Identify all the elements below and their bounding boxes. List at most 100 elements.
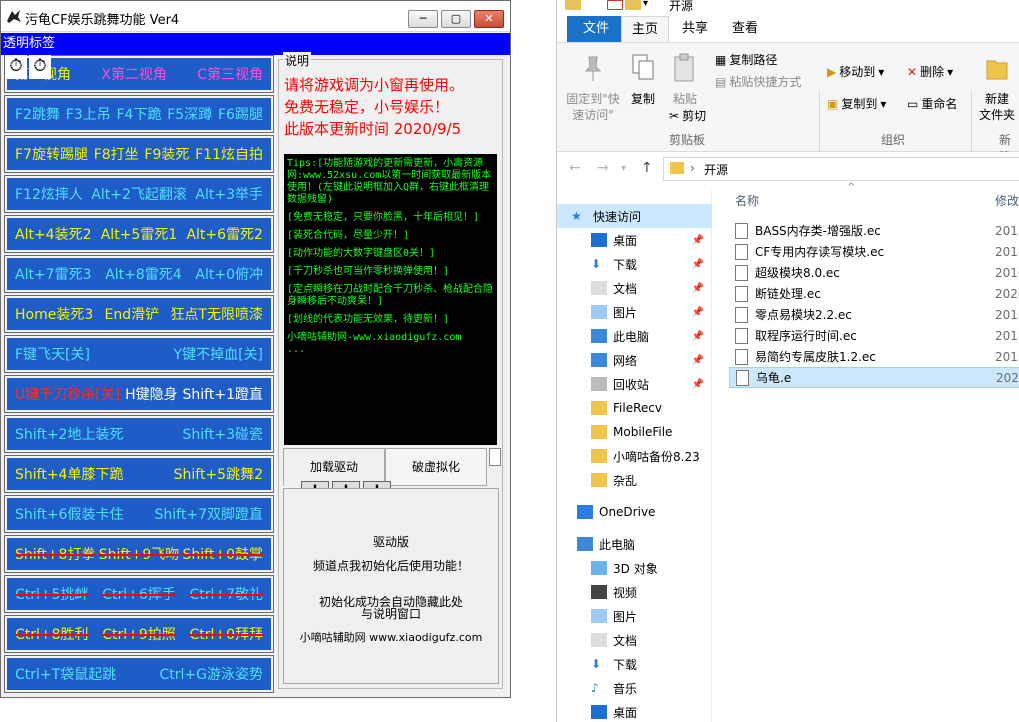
transparent-label-bar: 透明标签 bbox=[1, 33, 510, 55]
nav-item[interactable]: 文档 bbox=[557, 628, 712, 652]
maximize-button[interactable]: ▢ bbox=[441, 10, 471, 28]
breadcrumb-current[interactable]: 开源 bbox=[704, 161, 728, 178]
column-modified-header[interactable]: 修改 bbox=[995, 192, 1019, 209]
nav-item[interactable]: MobileFile bbox=[557, 420, 712, 444]
init-instruction[interactable]: 频道点我初始化后使用功能！ bbox=[284, 557, 498, 574]
forward-arrow-icon[interactable]: → bbox=[597, 160, 609, 176]
nav-item[interactable]: 小嘀咕备份8.23 bbox=[557, 444, 712, 468]
pin-icon[interactable]: 📌 bbox=[692, 379, 704, 390]
function-button[interactable]: Shift+8打拳 Shift+9飞吻 Shift+0鼓掌 bbox=[4, 535, 274, 573]
function-button[interactable]: U键千刀秒杀[关] H键隐身 Shift+1蹬直 bbox=[4, 375, 274, 413]
nav-item-label: 图片 bbox=[613, 609, 638, 624]
copy-to-button[interactable]: ▣ 复制到 ▾ bbox=[827, 95, 886, 112]
function-button[interactable]: Shift+2地上装死 Shift+3碰瓷 bbox=[4, 415, 274, 453]
nav-item[interactable]: 此电脑 📌 bbox=[557, 324, 712, 348]
tab-share[interactable]: 共享 bbox=[675, 16, 715, 42]
nav-item[interactable]: ♪ 音乐 bbox=[557, 676, 712, 700]
nav-item[interactable]: 桌面 bbox=[557, 700, 712, 722]
nav-item[interactable]: OneDrive bbox=[557, 500, 712, 524]
tab-scroll-button[interactable] bbox=[489, 448, 501, 466]
paste-shortcut-button[interactable]: ▤ 粘贴快捷方式 bbox=[715, 73, 801, 90]
address-bar-row: ← → ▾ ↑ › 开源 bbox=[557, 152, 1019, 184]
nav-item[interactable]: 图片 📌 bbox=[557, 300, 712, 324]
paste-button[interactable]: 粘贴 bbox=[667, 53, 703, 107]
nav-item[interactable]: 回收站 📌 bbox=[557, 372, 712, 396]
pin-icon[interactable]: 📌 bbox=[692, 331, 704, 342]
nav-item[interactable]: 杂乱 bbox=[557, 468, 712, 492]
delete-button[interactable]: ✕ 删除 ▾ bbox=[907, 63, 953, 80]
file-row[interactable]: BASS内存类-增强版.ec 2013 bbox=[729, 220, 1019, 241]
new-folder-icon[interactable] bbox=[625, 0, 641, 10]
breadcrumb-chevron-icon[interactable]: › bbox=[690, 161, 695, 175]
function-button[interactable]: F7旋转踢腿 F8打坐 F9装死 F11炫自拍 bbox=[4, 135, 274, 173]
function-button[interactable]: Shift+4单膝下跪 Shift+5跳舞2 bbox=[4, 455, 274, 493]
new-folder-button[interactable]: 新建 文件夹 bbox=[975, 53, 1019, 123]
copy-path-button[interactable]: ▦ 复制路径 bbox=[715, 51, 777, 68]
pin-icon[interactable]: 📌 bbox=[692, 259, 704, 270]
chevron-down-icon[interactable]: ▾ bbox=[643, 0, 648, 9]
up-arrow-icon[interactable]: ↑ bbox=[641, 160, 653, 176]
file-date: 2018 bbox=[995, 328, 1019, 343]
site-link[interactable]: 小嘀咕辅助网 www.xiaodigufz.com bbox=[284, 629, 498, 645]
group-clipboard-label: 剪贴板 bbox=[669, 133, 706, 147]
stopwatch-icon[interactable]: ⏱ bbox=[5, 55, 27, 79]
notes-red-line: 免费无稳定，小号娱乐！ bbox=[284, 98, 450, 116]
nav-item-label: 快速访问 bbox=[593, 209, 642, 224]
nav-item[interactable]: 3D 对象 bbox=[557, 556, 712, 580]
cut-button[interactable]: ✂ 剪切 bbox=[669, 107, 706, 124]
pin-icon[interactable]: 📌 bbox=[692, 235, 704, 246]
function-button[interactable]: Ctrl+8胜利 Ctrl+9拍照 Ctrl+0拜拜 bbox=[4, 615, 274, 653]
file-row[interactable]: CF专用内存读写模块.ec 2018 bbox=[729, 241, 1019, 262]
app-titlebar[interactable]: 污龟CF娱乐跳舞功能 Ver4 ─ ▢ ✕ bbox=[1, 1, 510, 32]
close-button[interactable]: ✕ bbox=[474, 10, 504, 28]
function-button[interactable]: Ctrl+T袋鼠起跳 Ctrl+G游泳姿势 bbox=[4, 655, 274, 693]
address-box[interactable]: › 开源 bbox=[663, 157, 1019, 181]
nav-item[interactable]: 此电脑 bbox=[557, 532, 712, 556]
pin-icon[interactable]: 📌 bbox=[692, 283, 704, 294]
pin-icon[interactable]: 📌 bbox=[692, 355, 704, 366]
function-button[interactable]: Home装死3 End滑铲 狂点T无限喷漆 bbox=[4, 295, 274, 333]
nav-item[interactable]: ⬇ 下载 bbox=[557, 652, 712, 676]
file-row[interactable]: 乌龟.e 2020 bbox=[729, 367, 1019, 388]
function-button[interactable]: Shift+6假装卡住 Shift+7双脚蹬直 bbox=[4, 495, 274, 533]
obj3d-icon bbox=[591, 561, 607, 575]
column-name-header[interactable]: 名称 bbox=[735, 192, 759, 209]
nav-item[interactable]: 网络 📌 bbox=[557, 348, 712, 372]
nav-item[interactable]: ★ 快速访问 bbox=[557, 204, 712, 228]
function-button[interactable]: F2跳舞 F3上吊 F4下跪 F5深蹲 F6踢腿 bbox=[4, 95, 274, 133]
tab-file[interactable]: 文件 bbox=[567, 16, 625, 42]
file-row[interactable]: 零点易模块2.2.ec 2018 bbox=[729, 304, 1019, 325]
pin-icon[interactable]: 📌 bbox=[692, 307, 704, 318]
function-button[interactable]: Alt+4装死2 Alt+5雷死1 Alt+6雷死2 bbox=[4, 215, 274, 253]
properties-icon[interactable] bbox=[607, 0, 623, 10]
nav-item[interactable]: 文档 📌 bbox=[557, 276, 712, 300]
recent-locations-icon[interactable]: ▾ bbox=[621, 163, 626, 174]
nav-item[interactable]: ⬇ 下载 📌 bbox=[557, 252, 712, 276]
tab-home[interactable]: 主页 bbox=[621, 16, 669, 42]
file-row[interactable]: 取程序运行时间.ec 2018 bbox=[729, 325, 1019, 346]
function-button[interactable]: Alt+7雷死3 Alt+8雷死4 Alt+0俯冲 bbox=[4, 255, 274, 293]
tab-break-virtualization[interactable]: 破虚拟化 bbox=[385, 448, 487, 486]
file-row[interactable]: 超级模块8.0.ec 2016 bbox=[729, 262, 1019, 283]
nav-item[interactable]: 桌面 📌 bbox=[557, 228, 712, 252]
nav-item-label: MobileFile bbox=[613, 425, 673, 439]
back-arrow-icon[interactable]: ← bbox=[569, 160, 581, 176]
nav-item[interactable]: FileRecv bbox=[557, 396, 712, 420]
tips-console[interactable]: Tips:[功能随游戏的更新需更新，小壽资源网:www.52xsu.com以第一… bbox=[284, 154, 497, 445]
function-button[interactable]: F键飞天[关] Y键不掉血[关] bbox=[4, 335, 274, 373]
tab-view[interactable]: 查看 bbox=[725, 16, 765, 42]
file-row[interactable]: 断链处理.ec 2020 bbox=[729, 283, 1019, 304]
move-to-button[interactable]: ▶ 移动到 ▾ bbox=[827, 63, 884, 80]
nav-item[interactable]: 视频 bbox=[557, 580, 712, 604]
nav-item-label: 3D 对象 bbox=[613, 561, 658, 576]
stopwatch-icon[interactable]: ⏱ bbox=[29, 55, 51, 79]
function-button[interactable]: Ctrl+5挑衅 Ctrl+6挥手 Ctrl+7敬礼 bbox=[4, 575, 274, 613]
file-row[interactable]: 易简约专属皮肤1.2.ec 2015 bbox=[729, 346, 1019, 367]
pin-quick-access-button[interactable]: 固定到"快 速访问" bbox=[565, 53, 621, 123]
copy-button[interactable]: 复制 bbox=[625, 53, 661, 107]
driver-tab-body[interactable]: 驱动版 频道点我初始化后使用功能！ 初始化成功会自动隐藏此处 与说明窗口 小嘀咕… bbox=[283, 488, 499, 684]
nav-item[interactable]: 图片 bbox=[557, 604, 712, 628]
rename-button[interactable]: ▭ 重命名 bbox=[907, 95, 957, 112]
minimize-button[interactable]: ─ bbox=[408, 10, 438, 28]
function-button[interactable]: F12炫摔人 Alt+2飞起翻滚 Alt+3举手 bbox=[4, 175, 274, 213]
